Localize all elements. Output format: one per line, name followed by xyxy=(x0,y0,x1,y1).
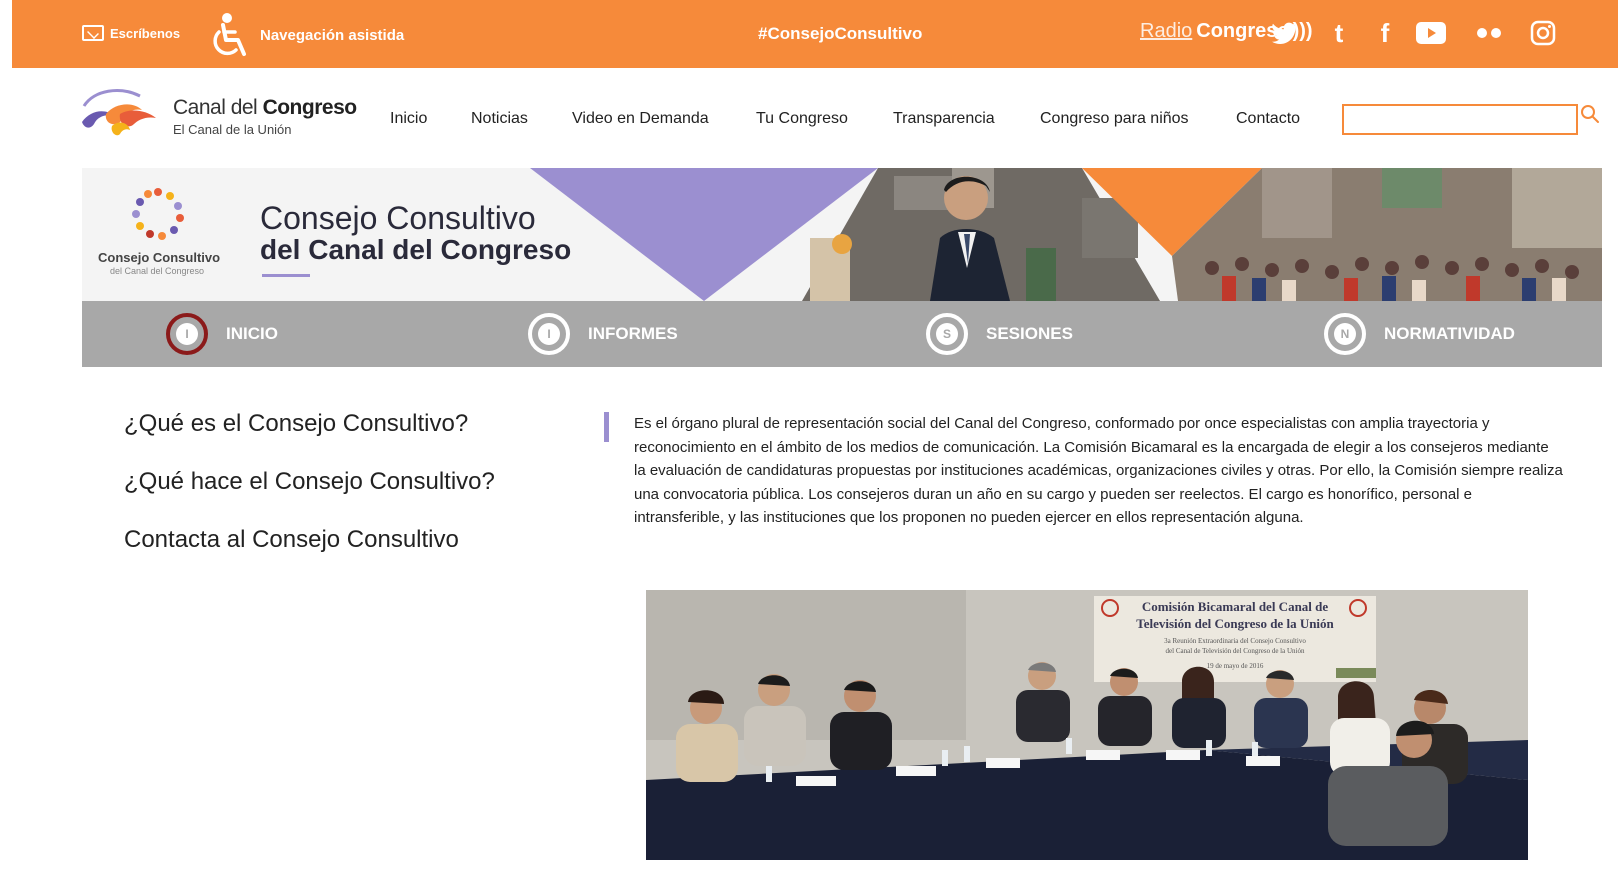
search-icon[interactable] xyxy=(1580,104,1600,124)
nav-contacto[interactable]: Contacto xyxy=(1236,110,1300,128)
canal-logo-mark xyxy=(82,89,156,136)
tab-informes-label: INFORMES xyxy=(588,324,678,343)
sidebar-link-que-es[interactable]: ¿Qué es el Consejo Consultivo? xyxy=(124,410,468,438)
photo-banner-line2: Televisión del Congreso de la Unión xyxy=(1136,616,1334,631)
consejo-description: Es el órgano plural de representación so… xyxy=(634,415,1563,527)
canal-del-congreso-logo[interactable]: Canal del Congreso El Canal de la Unión xyxy=(80,84,357,148)
mail-icon xyxy=(82,25,104,41)
photo-banner-line4: del Canal de Televisión del Congreso de … xyxy=(1165,647,1305,655)
tumblr-icon[interactable]: t xyxy=(1322,16,1356,50)
sidebar-link-que-hace[interactable]: ¿Qué hace el Consejo Consultivo? xyxy=(124,468,495,496)
escribenos-label: Escríbenos xyxy=(110,25,181,41)
navegacion-asistida-link[interactable]: Navegación asistida xyxy=(208,12,404,58)
nav-noticias[interactable]: Noticias xyxy=(471,110,528,128)
nav-tu-congreso[interactable]: Tu Congreso xyxy=(756,110,848,128)
photo-banner-title: Comisión Bicamaral del Canal de Televisi… xyxy=(1098,598,1372,632)
flickr-icon[interactable] xyxy=(1472,16,1506,50)
nav-inicio[interactable]: Inicio xyxy=(390,110,427,128)
tab-inicio-letter: I xyxy=(176,323,198,345)
banner-underline xyxy=(262,274,310,277)
tab-normatividad[interactable]: N NORMATIVIDAD xyxy=(1324,313,1515,355)
tab-normatividad-letter: N xyxy=(1334,323,1356,345)
session-photo: Comisión Bicamaral del Canal de Televisi… xyxy=(646,590,1528,860)
accessibility-icon xyxy=(213,13,246,56)
banner-title-line2: del Canal del Congreso xyxy=(260,234,572,265)
photo-banner-date: 19 de mayo de 2016 xyxy=(1206,662,1264,670)
photo-banner-line3: 3a Reunión Extraordinaria del Consejo Co… xyxy=(1164,637,1306,645)
instagram-icon[interactable] xyxy=(1526,16,1560,50)
tab-sesiones-label: SESIONES xyxy=(986,324,1073,343)
tab-inicio[interactable]: I INICIO xyxy=(166,313,278,355)
session-photo-graphic xyxy=(646,590,1528,860)
radio-label: Radio xyxy=(1140,20,1193,42)
hashtag-link[interactable]: #ConsejoConsultivo xyxy=(758,24,922,44)
tab-inicio-label: INICIO xyxy=(226,324,278,343)
logo-title: Canal del Congreso xyxy=(173,96,357,120)
nav-congreso-para-ninos[interactable]: Congreso para niños xyxy=(1040,110,1189,128)
tab-informes-letter: I xyxy=(538,323,560,345)
facebook-icon[interactable]: f xyxy=(1368,16,1402,50)
photo-banner-line1: Comisión Bicamaral del Canal de xyxy=(1141,599,1329,614)
tab-informes-icon: I xyxy=(528,313,570,355)
consejo-logo-name: Consejo Consultivo xyxy=(98,250,221,265)
consejo-banner: Consejo Consultivo del Canal del Congres… xyxy=(82,168,1602,301)
logo-title-bold: Congreso xyxy=(262,96,358,119)
consejo-logo-subtitle: del Canal del Congreso xyxy=(110,266,205,276)
nav-transparencia[interactable]: Transparencia xyxy=(893,110,995,128)
youtube-icon[interactable] xyxy=(1414,16,1448,50)
tab-informes[interactable]: I INFORMES xyxy=(528,313,678,355)
navegacion-label: Navegación asistida xyxy=(260,26,405,44)
sidebar-link-contacta[interactable]: Contacta al Consejo Consultivo xyxy=(124,526,459,554)
tab-sesiones-icon: S xyxy=(926,313,968,355)
tab-normatividad-icon: N xyxy=(1324,313,1366,355)
section-tabs: I INICIO I INFORMES S SESIONES N NORMATI… xyxy=(82,301,1602,367)
logo-subtitle: El Canal de la Unión xyxy=(173,122,292,137)
top-bar: Escríbenos Navegación asistida #ConsejoC… xyxy=(12,0,1618,68)
banner-title-line1: Consejo Consultivo xyxy=(260,200,536,236)
tab-normatividad-label: NORMATIVIDAD xyxy=(1384,324,1515,343)
logo-title-light: Canal del xyxy=(173,96,263,119)
escribenos-link[interactable]: Escríbenos xyxy=(82,25,180,41)
quote-accent-bar xyxy=(604,412,609,442)
photo-banner-subtitle: 3a Reunión Extraordinaria del Consejo Co… xyxy=(1098,636,1372,671)
twitter-icon[interactable] xyxy=(1268,16,1302,50)
tab-sesiones-letter: S xyxy=(936,323,958,345)
nav-video-en-demanda[interactable]: Video en Demanda xyxy=(572,110,709,128)
tab-inicio-icon: I xyxy=(166,313,208,355)
search-input[interactable] xyxy=(1342,104,1578,135)
tab-sesiones[interactable]: S SESIONES xyxy=(926,313,1073,355)
